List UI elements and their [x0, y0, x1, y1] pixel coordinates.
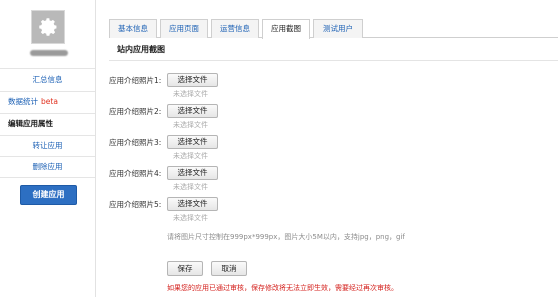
choose-file-button-4[interactable]: 选择文件	[167, 166, 218, 180]
choose-file-button-5[interactable]: 选择文件	[167, 197, 218, 211]
upload-label-1: 应用介绍照片1:	[109, 76, 162, 85]
tab-app-pages[interactable]: 应用页面	[160, 19, 208, 38]
sidebar-divider	[0, 177, 95, 178]
review-warning: 如果您的应用已通过审核，保存修改将无法立即生效，需要经过再次审核。	[167, 284, 398, 292]
sidebar-item-summary-link[interactable]: 汇总信息	[33, 75, 63, 84]
sidebar-item-transfer[interactable]: 转让应用	[0, 137, 95, 155]
create-app-button[interactable]: 创建应用	[20, 185, 77, 205]
sidebar-item-stats-link[interactable]: 数据统计	[8, 97, 38, 106]
sidebar-divider	[0, 91, 95, 92]
upload-label-5: 应用介绍照片5:	[109, 200, 162, 209]
tab-bar: 基本信息 应用页面 运营信息 应用截图 测试用户	[109, 16, 558, 39]
tab-test-users[interactable]: 测试用户	[313, 19, 363, 38]
sidebar: 汇总信息 数据统计 beta 编辑应用属性 转让应用 删除应用 创建应用	[0, 0, 96, 297]
gear-icon	[39, 18, 57, 36]
sidebar-divider	[0, 156, 95, 157]
main-panel: 基本信息 应用页面 运营信息 应用截图 测试用户 站内应用截图 应用介绍照片1:…	[97, 0, 558, 297]
upload-label-2: 应用介绍照片2:	[109, 107, 162, 116]
sidebar-item-transfer-link[interactable]: 转让应用	[33, 141, 63, 150]
sidebar-item-delete[interactable]: 删除应用	[0, 158, 95, 176]
sidebar-item-stats[interactable]: 数据统计 beta	[0, 93, 95, 111]
section-divider	[109, 60, 558, 61]
save-button[interactable]: 保存	[167, 261, 203, 276]
upload-label-3: 应用介绍照片3:	[109, 138, 162, 147]
sidebar-divider	[0, 113, 95, 114]
choose-file-button-1[interactable]: 选择文件	[167, 73, 218, 87]
choose-file-button-3[interactable]: 选择文件	[167, 135, 218, 149]
cancel-button[interactable]: 取消	[211, 261, 247, 276]
beta-badge: beta	[41, 97, 58, 106]
choose-file-button-2[interactable]: 选择文件	[167, 104, 218, 118]
tab-operations-info[interactable]: 运营信息	[211, 19, 259, 38]
page-title: 站内应用截图	[117, 45, 165, 54]
image-size-hint: 请将图片尺寸控制在999px*999px，图片大小5M以内，支持jpg，png，…	[167, 233, 405, 241]
upload-label-4: 应用介绍照片4:	[109, 169, 162, 178]
app-name-obscured	[30, 50, 68, 56]
sidebar-item-delete-link[interactable]: 删除应用	[33, 162, 63, 171]
sidebar-divider	[0, 135, 95, 136]
no-file-hint-1: 未选择文件	[173, 90, 208, 98]
sidebar-item-edit-attributes[interactable]: 编辑应用属性	[0, 115, 95, 133]
tab-app-screenshots[interactable]: 应用截图	[262, 19, 310, 39]
no-file-hint-2: 未选择文件	[173, 121, 208, 129]
app-icon	[31, 10, 65, 44]
sidebar-divider	[0, 68, 95, 69]
no-file-hint-4: 未选择文件	[173, 183, 208, 191]
tab-basic-info[interactable]: 基本信息	[109, 19, 157, 38]
no-file-hint-5: 未选择文件	[173, 214, 208, 222]
no-file-hint-3: 未选择文件	[173, 152, 208, 160]
sidebar-item-summary[interactable]: 汇总信息	[0, 71, 95, 89]
